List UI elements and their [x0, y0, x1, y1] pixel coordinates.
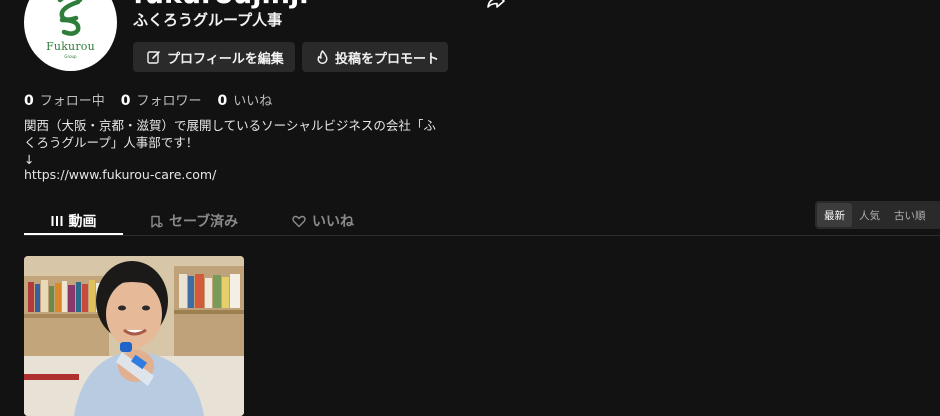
bio-line: ↓ — [24, 152, 35, 167]
tab-videos-label: 動画 — [68, 214, 97, 230]
nickname: ふくろうグループ人事 — [133, 11, 283, 29]
edit-profile-button[interactable]: プロフィールを編集 — [133, 42, 295, 72]
avatar[interactable]: Fukurou Group — [24, 0, 117, 71]
logo-subtext: Group — [64, 54, 77, 59]
stat-following[interactable]: 0 フォロー中 — [24, 90, 105, 109]
followers-label: フォロワー — [136, 94, 202, 109]
following-count: 0 — [24, 93, 34, 109]
tab-liked-label: いいね — [312, 214, 354, 230]
tab-liked[interactable]: いいね — [292, 207, 354, 235]
tabs-divider — [24, 235, 940, 236]
tab-saved-label: セーブ済み — [169, 214, 239, 230]
heart-icon — [292, 215, 306, 227]
promote-post-button[interactable]: 投稿をプロモート — [302, 42, 448, 72]
share-icon[interactable] — [487, 0, 505, 8]
stat-followers[interactable]: 0 フォロワー — [121, 90, 202, 109]
sort-option-popular[interactable]: 人気 — [852, 203, 887, 227]
following-label: フォロー中 — [39, 94, 105, 109]
likes-count: 0 — [217, 93, 228, 109]
followers-count: 0 — [120, 93, 131, 109]
bio-line: 関西（大阪・京都・滋賀）で展開しているソーシャルビジネスの会社「ふ — [24, 118, 436, 133]
profile-stats: 0 フォロー中 0 フォロワー 0 いいね — [24, 90, 272, 109]
bookmark-icon — [151, 215, 163, 228]
sort-option-latest[interactable]: 最新 — [817, 203, 852, 227]
tab-saved[interactable]: セーブ済み — [150, 207, 238, 235]
thumbnail-image — [24, 256, 244, 416]
grid-icon — [51, 216, 62, 226]
flame-icon — [317, 50, 328, 64]
sort-toggle: 最新 人気 古い順 — [815, 201, 940, 229]
video-thumbnail[interactable] — [24, 256, 244, 416]
promote-post-label: 投稿をプロモート — [335, 51, 440, 67]
logo-text: Fukurou — [46, 40, 95, 53]
sort-option-oldest[interactable]: 古い順 — [887, 203, 933, 227]
bio-line: くろうグループ」人事部です！ — [24, 135, 199, 150]
likes-label: いいね — [233, 94, 273, 109]
edit-icon — [147, 51, 160, 64]
owl-logo-icon — [57, 0, 83, 36]
bio-link[interactable]: https://www.fukurou-care.com/ — [24, 167, 216, 182]
edit-profile-label: プロフィールを編集 — [167, 51, 284, 67]
tab-videos[interactable]: 動画 — [24, 207, 123, 235]
bio: 関西（大阪・京都・滋賀）で展開しているソーシャルビジネスの会社「ふ くろうグルー… — [24, 117, 460, 168]
stat-likes: 0 いいね — [218, 90, 273, 109]
